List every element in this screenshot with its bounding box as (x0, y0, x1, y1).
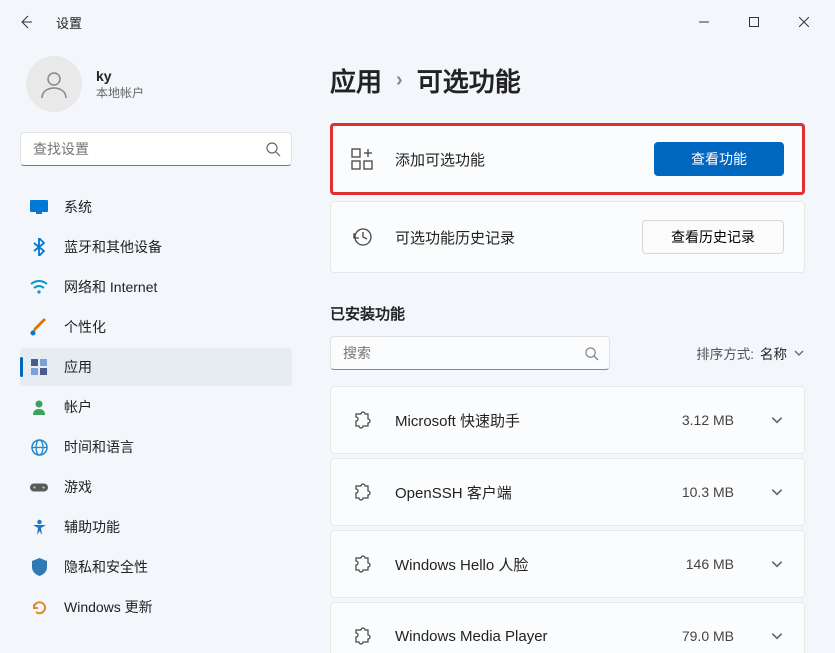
chevron-right-icon: › (396, 69, 403, 92)
feature-row[interactable]: Microsoft 快速助手 3.12 MB (330, 386, 805, 454)
globe-icon (30, 438, 48, 456)
update-icon (30, 598, 48, 616)
view-history-button[interactable]: 查看历史记录 (642, 220, 784, 254)
feature-size: 79.0 MB (682, 628, 748, 644)
chevron-down-icon (770, 629, 784, 643)
feature-name: OpenSSH 客户端 (395, 482, 660, 503)
nav-label: 系统 (64, 197, 92, 217)
accessibility-icon (30, 518, 48, 536)
nav-label: 网络和 Internet (64, 277, 157, 297)
breadcrumb: 应用 › 可选功能 (330, 62, 805, 99)
avatar (26, 56, 82, 112)
chevron-down-icon (793, 347, 805, 359)
feature-search-input[interactable] (343, 345, 575, 361)
maximize-button[interactable] (731, 6, 777, 38)
nav-label: Windows 更新 (64, 597, 153, 617)
feature-row[interactable]: Windows Hello 人脸 146 MB (330, 530, 805, 598)
back-button[interactable] (16, 12, 36, 32)
page-title: 可选功能 (417, 62, 521, 99)
nav-label: 应用 (64, 357, 92, 377)
nav-network[interactable]: 网络和 Internet (20, 268, 292, 306)
user-block[interactable]: ky 本地帐户 (20, 56, 292, 112)
feature-search[interactable] (330, 336, 610, 370)
feature-name: Windows Media Player (395, 628, 660, 645)
chevron-down-icon (770, 485, 784, 499)
feature-size: 3.12 MB (682, 412, 748, 428)
feature-size: 10.3 MB (682, 484, 748, 500)
sort-value: 名称 (760, 343, 787, 363)
feature-name: Microsoft 快速助手 (395, 410, 660, 431)
sidebar-search-input[interactable] (33, 141, 257, 157)
user-name: ky (96, 68, 144, 84)
gamepad-icon (30, 478, 48, 496)
puzzle-icon (351, 554, 373, 574)
sidebar-search[interactable] (20, 132, 292, 166)
wifi-icon (30, 278, 48, 296)
brush-icon (30, 318, 48, 336)
bluetooth-icon (30, 238, 48, 256)
installed-header: 已安装功能 (330, 303, 805, 324)
puzzle-icon (351, 482, 373, 502)
feature-row[interactable]: Windows Media Player 79.0 MB (330, 602, 805, 653)
sidebar: ky 本地帐户 系统 蓝牙和其他设备 网络和 Internet (0, 44, 300, 653)
nav-bluetooth[interactable]: 蓝牙和其他设备 (20, 228, 292, 266)
nav-label: 个性化 (64, 317, 106, 337)
add-feature-label: 添加可选功能 (395, 149, 632, 170)
search-icon (584, 346, 599, 361)
close-button[interactable] (781, 6, 827, 38)
nav-apps[interactable]: 应用 (20, 348, 292, 386)
nav-label: 帐户 (64, 397, 92, 417)
feature-size: 146 MB (686, 556, 748, 572)
nav-gaming[interactable]: 游戏 (20, 468, 292, 506)
puzzle-icon (351, 626, 373, 646)
nav-accounts[interactable]: 帐户 (20, 388, 292, 426)
window-title: 设置 (56, 13, 82, 32)
view-features-button[interactable]: 查看功能 (654, 142, 784, 176)
nav-label: 蓝牙和其他设备 (64, 237, 162, 257)
chevron-down-icon (770, 557, 784, 571)
add-feature-card: 添加可选功能 查看功能 (330, 123, 805, 195)
feature-list: Microsoft 快速助手 3.12 MB OpenSSH 客户端 10.3 MB W… (330, 386, 805, 653)
apps-icon (30, 358, 48, 376)
minimize-button[interactable] (681, 6, 727, 38)
nav: 系统 蓝牙和其他设备 网络和 Internet 个性化 应用 帐户 (20, 188, 292, 626)
feature-row[interactable]: OpenSSH 客户端 10.3 MB (330, 458, 805, 526)
search-icon (265, 141, 281, 157)
user-subtitle: 本地帐户 (96, 84, 144, 101)
nav-label: 时间和语言 (64, 437, 134, 457)
sort-selector[interactable]: 排序方式: 名称 (696, 343, 805, 363)
nav-windows-update[interactable]: Windows 更新 (20, 588, 292, 626)
history-label: 可选功能历史记录 (395, 227, 620, 248)
nav-label: 辅助功能 (64, 517, 120, 537)
person-icon (30, 398, 48, 416)
sort-label: 排序方式: (696, 343, 754, 363)
chevron-down-icon (770, 413, 784, 427)
titlebar: 设置 (0, 0, 835, 44)
breadcrumb-parent[interactable]: 应用 (330, 62, 382, 99)
puzzle-icon (351, 410, 373, 430)
nav-time-language[interactable]: 时间和语言 (20, 428, 292, 466)
nav-personalization[interactable]: 个性化 (20, 308, 292, 346)
system-icon (30, 198, 48, 216)
nav-label: 隐私和安全性 (64, 557, 148, 577)
nav-privacy[interactable]: 隐私和安全性 (20, 548, 292, 586)
nav-accessibility[interactable]: 辅助功能 (20, 508, 292, 546)
nav-label: 游戏 (64, 477, 92, 497)
nav-system[interactable]: 系统 (20, 188, 292, 226)
feature-name: Windows Hello 人脸 (395, 554, 664, 575)
history-card: 可选功能历史记录 查看历史记录 (330, 201, 805, 273)
main-content: 应用 › 可选功能 添加可选功能 查看功能 可选功能历史记录 查看历史记录 已安… (300, 44, 835, 653)
add-app-icon (351, 148, 373, 170)
shield-icon (30, 558, 48, 576)
history-icon (351, 226, 373, 248)
